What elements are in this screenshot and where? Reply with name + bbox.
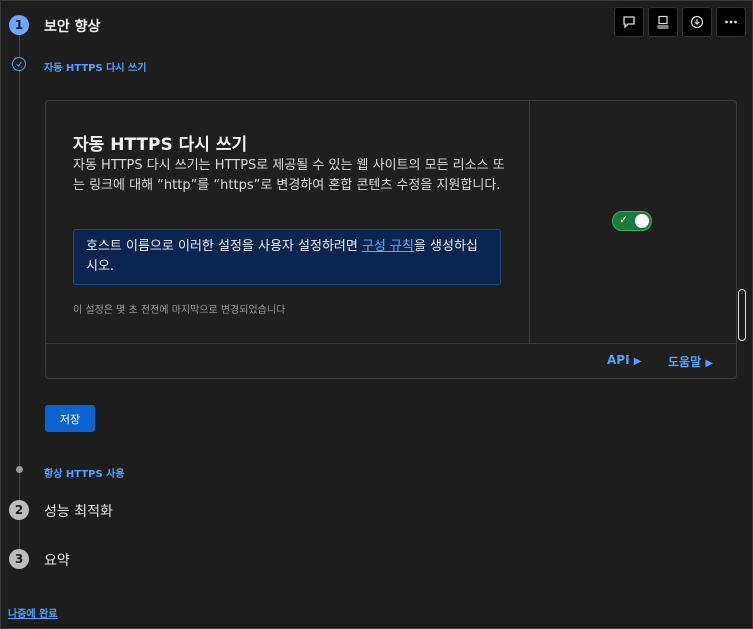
step-3-title[interactable]: 요약: [44, 550, 70, 570]
scrollbar-thumb[interactable]: [738, 289, 746, 341]
more-icon[interactable]: [716, 7, 746, 37]
finish-later-link[interactable]: 나중에 완료: [8, 605, 57, 620]
info-banner: 호스트 이름으로 이러한 설정을 사용자 설정하려면 구성 규칙을 생성하십시오…: [73, 229, 501, 285]
substep-auto-https-rewrites[interactable]: 자동 HTTPS 다시 쓰기: [44, 59, 146, 74]
step-1-title[interactable]: 보안 향상: [44, 16, 100, 36]
help-link-label: 도움말: [668, 355, 702, 369]
caret-right-icon: ▶: [633, 356, 642, 367]
feedback-icon[interactable]: [648, 7, 678, 37]
step-2-indicator: 2: [9, 500, 29, 520]
check-icon: ✓: [619, 213, 629, 226]
save-button[interactable]: 저장: [45, 405, 95, 432]
toolbar: [614, 7, 746, 37]
substep-current-icon: [12, 57, 26, 71]
substep-next-dot: [16, 466, 23, 473]
api-link-label: API: [607, 353, 630, 367]
caret-right-icon: ▶: [705, 358, 714, 369]
download-icon[interactable]: [682, 7, 712, 37]
step-3-indicator: 3: [9, 549, 29, 569]
card-divider: [529, 101, 530, 343]
last-changed-text: 이 설정은 몇 초 전전에 마지막으로 변경되었습니다: [73, 305, 286, 316]
api-link[interactable]: API ▶: [607, 353, 641, 367]
auto-https-toggle[interactable]: ✓: [612, 211, 652, 231]
substep-always-use-https[interactable]: 항상 HTTPS 사용: [44, 465, 125, 480]
step-2-title[interactable]: 성능 최적화: [44, 501, 113, 521]
toggle-knob: [635, 214, 649, 228]
info-text-prefix: 호스트 이름으로 이러한 설정을 사용자 설정하려면: [86, 239, 362, 254]
configuration-rules-link[interactable]: 구성 규칙: [362, 239, 414, 254]
progress-rail: [19, 35, 20, 500]
step-1-indicator: 1: [9, 15, 29, 35]
progress-rail-lower: [19, 519, 20, 549]
help-link[interactable]: 도움말 ▶: [668, 353, 713, 370]
setting-description: 자동 HTTPS 다시 쓰기는 HTTPS로 제공될 수 있는 웹 사이트의 모…: [73, 158, 505, 193]
comment-icon[interactable]: [614, 7, 644, 37]
card-footer-divider: [46, 343, 736, 344]
setting-card: 자동 HTTPS 다시 쓰기 자동 HTTPS 다시 쓰기는 HTTPS로 제공…: [45, 100, 737, 379]
setting-title: 자동 HTTPS 다시 쓰기: [73, 135, 248, 155]
setup-panel: 1 보안 향상 자동 HTTPS 다시 쓰기 자동 HTTPS 다시 쓰기 자동…: [0, 0, 753, 629]
